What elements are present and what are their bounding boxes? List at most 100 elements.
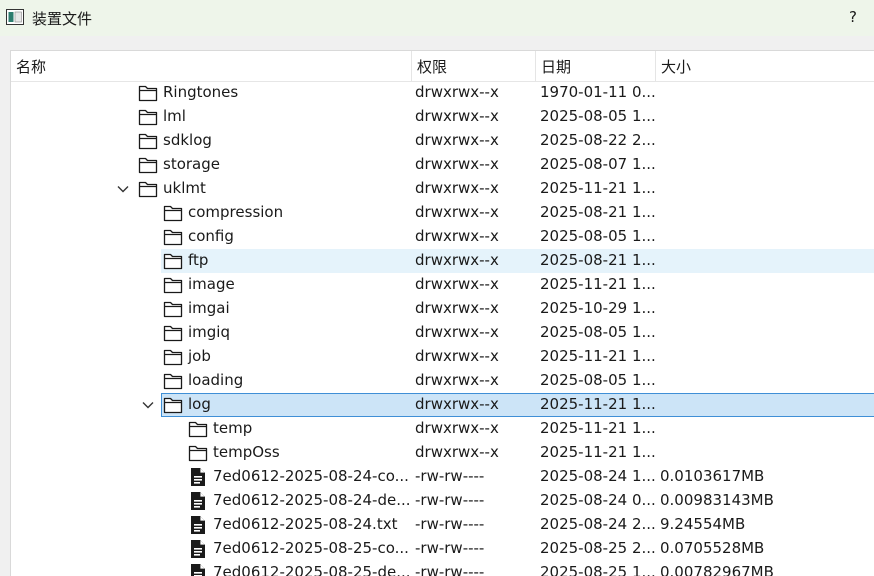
file-row[interactable]: 7ed0612-2025-08-24-de... -rw-rw---- 2025-0… xyxy=(11,489,874,513)
folder-row[interactable]: sdklog drwxrwx--x 2025-08-22 2... xyxy=(11,129,874,153)
file-icon xyxy=(190,539,206,559)
row-date: 2025-11-21 1... xyxy=(540,275,656,293)
help-button[interactable]: ? xyxy=(846,8,860,26)
folder-icon xyxy=(138,84,158,102)
row-name: 7ed0612-2025-08-25-de... xyxy=(213,563,411,576)
row-permissions: -rw-rw---- xyxy=(415,563,485,576)
row-size: 0.0705528MB xyxy=(660,539,765,557)
row-name: imgiq xyxy=(188,323,230,341)
row-size: 0.00983143MB xyxy=(660,491,774,509)
row-date: 2025-11-21 1... xyxy=(540,395,656,413)
row-name: job xyxy=(188,347,211,365)
folder-row[interactable]: temp drwxrwx--x 2025-11-21 1... xyxy=(11,417,874,441)
folder-icon xyxy=(163,348,183,366)
chevron-down-icon[interactable] xyxy=(141,398,155,412)
folder-icon xyxy=(138,180,158,198)
file-tree: 名称 权限 日期 大小 Ringtones drwxrwx--x 1970-01-1… xyxy=(10,50,874,576)
row-permissions: drwxrwx--x xyxy=(415,131,499,149)
row-name: imgai xyxy=(188,299,230,317)
row-name: image xyxy=(188,275,235,293)
folder-icon xyxy=(138,156,158,174)
column-header-size[interactable]: 大小 xyxy=(656,51,874,81)
folder-row[interactable]: log drwxrwx--x 2025-11-21 1... xyxy=(11,393,874,417)
title-bar: 装置文件 ? xyxy=(0,0,874,36)
folder-row[interactable]: job drwxrwx--x 2025-11-21 1... xyxy=(11,345,874,369)
row-date: 2025-08-21 1... xyxy=(540,251,656,269)
column-header-date[interactable]: 日期 xyxy=(536,51,656,81)
row-permissions: -rw-rw---- xyxy=(415,515,485,533)
row-name: lml xyxy=(163,107,186,125)
row-date: 2025-08-24 1... xyxy=(540,467,656,485)
column-header-permissions[interactable]: 权限 xyxy=(412,51,536,81)
row-date: 2025-08-05 1... xyxy=(540,227,656,245)
folder-row[interactable]: loading drwxrwx--x 2025-08-05 1... xyxy=(11,369,874,393)
row-date: 2025-08-24 2... xyxy=(540,515,656,533)
row-name: compression xyxy=(188,203,284,221)
file-icon xyxy=(190,467,206,487)
row-size: 0.00782967MB xyxy=(660,563,774,576)
row-date: 2025-11-21 1... xyxy=(540,179,656,197)
folder-row[interactable]: imgiq drwxrwx--x 2025-08-05 1... xyxy=(11,321,874,345)
row-name: sdklog xyxy=(163,131,212,149)
row-permissions: drwxrwx--x xyxy=(415,251,499,269)
row-date: 2025-11-21 1... xyxy=(540,443,656,461)
file-row[interactable]: 7ed0612-2025-08-24-co... -rw-rw---- 2025-0… xyxy=(11,465,874,489)
folder-row[interactable]: uklmt drwxrwx--x 2025-11-21 1... xyxy=(11,177,874,201)
file-row[interactable]: 7ed0612-2025-08-25-de... -rw-rw---- 2025-0… xyxy=(11,561,874,576)
file-icon xyxy=(190,491,206,511)
folder-icon xyxy=(188,444,208,462)
row-date: 2025-08-22 2... xyxy=(540,131,656,149)
row-permissions: drwxrwx--x xyxy=(415,323,499,341)
row-name: log xyxy=(188,395,211,413)
file-row[interactable]: 7ed0612-2025-08-24.txt -rw-rw---- 2025-08-… xyxy=(11,513,874,537)
row-size: 0.0103617MB xyxy=(660,467,765,485)
row-name: loading xyxy=(188,371,244,389)
folder-row[interactable]: lml drwxrwx--x 2025-08-05 1... xyxy=(11,105,874,129)
row-size: 9.24554MB xyxy=(660,515,746,533)
folder-row[interactable]: storage drwxrwx--x 2025-08-07 1... xyxy=(11,153,874,177)
row-date: 2025-10-29 1... xyxy=(540,299,656,317)
folder-icon xyxy=(163,396,183,414)
window-title: 装置文件 xyxy=(32,10,93,28)
folder-row[interactable]: config drwxrwx--x 2025-08-05 1... xyxy=(11,225,874,249)
row-date: 2025-08-25 2... xyxy=(540,539,656,557)
row-permissions: -rw-rw---- xyxy=(415,539,485,557)
row-permissions: drwxrwx--x xyxy=(415,275,499,293)
folder-row[interactable]: ftp drwxrwx--x 2025-08-21 1... xyxy=(11,249,874,273)
folder-icon xyxy=(138,108,158,126)
row-permissions: -rw-rw---- xyxy=(415,491,485,509)
row-permissions: -rw-rw---- xyxy=(415,467,485,485)
row-name: tempOss xyxy=(213,443,280,461)
row-name: 7ed0612-2025-08-24.txt xyxy=(213,515,398,533)
row-date: 2025-08-21 1... xyxy=(540,203,656,221)
folder-row[interactable]: compression drwxrwx--x 2025-08-21 1... xyxy=(11,201,874,225)
chevron-down-icon[interactable] xyxy=(116,182,130,196)
row-permissions: drwxrwx--x xyxy=(415,299,499,317)
row-date: 2025-08-25 1... xyxy=(540,563,656,576)
row-permissions: drwxrwx--x xyxy=(415,371,499,389)
row-date: 2025-08-05 1... xyxy=(540,323,656,341)
folder-row[interactable]: tempOss drwxrwx--x 2025-11-21 1... xyxy=(11,441,874,465)
selection-highlight xyxy=(161,393,874,417)
row-name: ftp xyxy=(188,251,209,269)
row-date: 2025-11-21 1... xyxy=(540,347,656,365)
row-permissions: drwxrwx--x xyxy=(415,179,499,197)
file-icon xyxy=(190,563,206,576)
column-header-name[interactable]: 名称 xyxy=(11,51,412,81)
file-icon xyxy=(190,515,206,535)
row-permissions: drwxrwx--x xyxy=(415,443,499,461)
row-permissions: drwxrwx--x xyxy=(415,83,499,101)
folder-icon xyxy=(163,204,183,222)
folder-icon xyxy=(163,276,183,294)
row-permissions: drwxrwx--x xyxy=(415,395,499,413)
folder-row[interactable]: image drwxrwx--x 2025-11-21 1... xyxy=(11,273,874,297)
row-name: storage xyxy=(163,155,220,173)
folder-row[interactable]: Ringtones drwxrwx--x 1970-01-11 0... xyxy=(11,81,874,105)
row-name: uklmt xyxy=(163,179,206,197)
row-date: 2025-08-05 1... xyxy=(540,107,656,125)
folder-row[interactable]: imgai drwxrwx--x 2025-10-29 1... xyxy=(11,297,874,321)
row-name: 7ed0612-2025-08-24-co... xyxy=(213,467,409,485)
row-permissions: drwxrwx--x xyxy=(415,203,499,221)
file-row[interactable]: 7ed0612-2025-08-25-co... -rw-rw---- 2025-0… xyxy=(11,537,874,561)
folder-icon xyxy=(138,132,158,150)
